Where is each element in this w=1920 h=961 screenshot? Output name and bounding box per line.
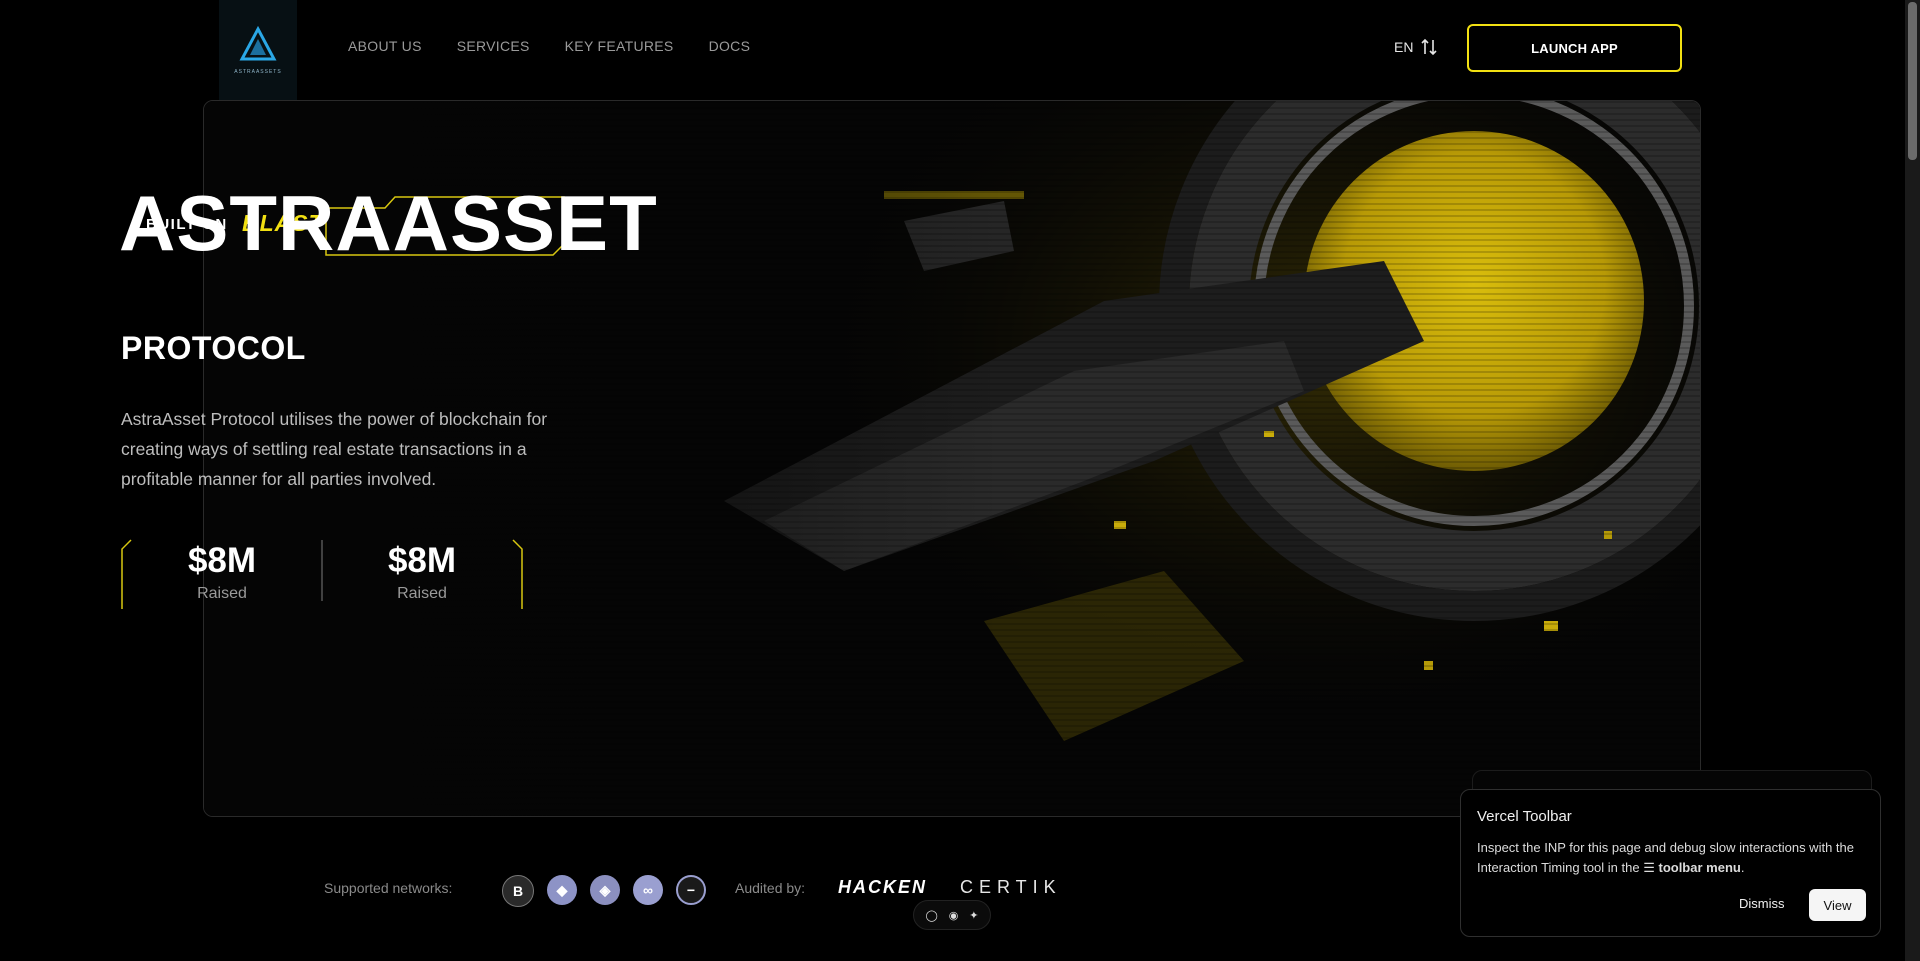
toolbar-message-end: . bbox=[1740, 860, 1745, 875]
main-nav: ABOUT US SERVICES KEY FEATURES DOCS bbox=[348, 38, 750, 54]
logo-text: ASTRAASSETS bbox=[234, 69, 282, 75]
dismiss-button[interactable]: Dismiss bbox=[1739, 896, 1785, 911]
nav-key-features[interactable]: KEY FEATURES bbox=[565, 38, 674, 54]
stat-label: Raised bbox=[397, 585, 447, 602]
other-network-icon: − bbox=[676, 875, 706, 905]
view-button[interactable]: View bbox=[1809, 889, 1866, 921]
toolbar-menu-link: toolbar menu bbox=[1658, 860, 1741, 875]
toolbar-title: Vercel Toolbar bbox=[1477, 808, 1572, 825]
comment-icon[interactable]: ◯ bbox=[925, 909, 937, 922]
supported-networks-label: Supported networks: bbox=[324, 880, 453, 896]
hero-title: ASTRAASSET bbox=[119, 179, 658, 267]
blast-icon: B bbox=[502, 875, 534, 907]
nav-services[interactable]: SERVICES bbox=[457, 38, 530, 54]
nav-about-us[interactable]: ABOUT US bbox=[348, 38, 422, 54]
certik-logo: CERTIK bbox=[960, 877, 1062, 897]
language-label: EN bbox=[1394, 39, 1414, 55]
eye-icon[interactable]: ◉ bbox=[949, 909, 959, 922]
toolbar-message: Inspect the INP for this page and debug … bbox=[1477, 838, 1867, 878]
astra-logo-icon bbox=[239, 25, 277, 61]
vercel-mini-toolbar: ◯ ◉ ✦ bbox=[913, 900, 991, 930]
logo[interactable]: ASTRAASSETS bbox=[219, 0, 297, 100]
network-icons: B ◆ ◈ ∞ − bbox=[502, 875, 706, 907]
launch-app-button[interactable]: LAUNCH APP bbox=[1467, 24, 1682, 72]
menu-icon: ☰ bbox=[1643, 860, 1659, 875]
bnb-icon: ◈ bbox=[590, 875, 620, 905]
polygon-icon: ∞ bbox=[633, 875, 663, 905]
language-switcher[interactable]: EN bbox=[1394, 38, 1438, 56]
stat-item: $8M Raised bbox=[342, 539, 502, 603]
stats-panel: $8M Raised $8M Raised bbox=[121, 539, 523, 610]
hacken-logo: HACKEN bbox=[838, 877, 928, 897]
accessibility-icon[interactable]: ✦ bbox=[969, 909, 978, 922]
swap-arrows-icon bbox=[1421, 38, 1438, 56]
ethereum-icon: ◆ bbox=[547, 875, 577, 905]
stat-value: $8M bbox=[187, 541, 257, 580]
audited-by-label: Audited by: bbox=[735, 880, 806, 896]
stat-item: $8M Raised bbox=[142, 539, 302, 603]
hero-description: AstraAsset Protocol utilises the power o… bbox=[121, 409, 548, 489]
vercel-toolbar-popup: Vercel Toolbar Inspect the INP for this … bbox=[1460, 789, 1881, 937]
nav-docs[interactable]: DOCS bbox=[709, 38, 751, 54]
scrollbar-thumb[interactable] bbox=[1908, 2, 1917, 160]
stat-label: Raised bbox=[197, 585, 247, 602]
hero-subtitle: PROTOCOL bbox=[121, 330, 306, 366]
stat-value: $8M bbox=[387, 541, 457, 580]
